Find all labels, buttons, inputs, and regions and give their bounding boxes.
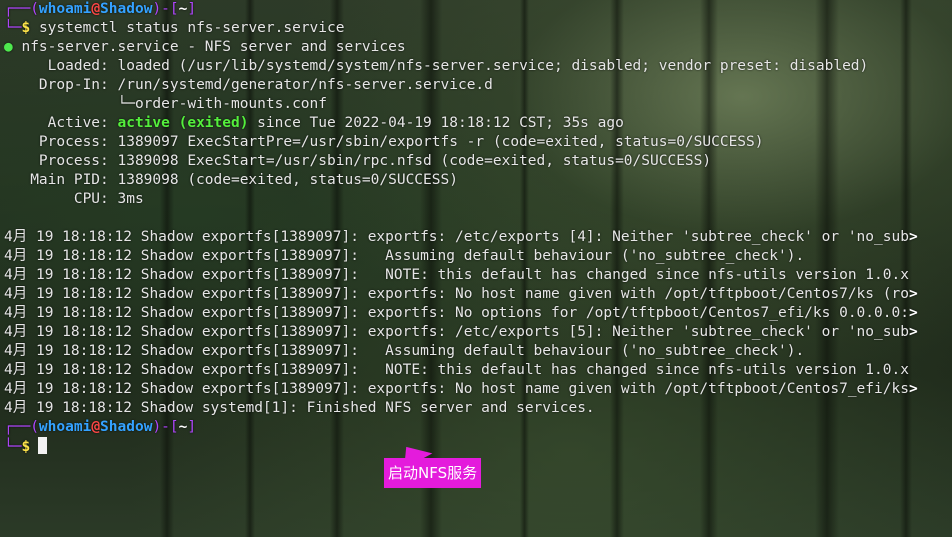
main-pid-line: Main PID: 1389098 (code=exited, status=0… — [4, 172, 458, 188]
journal-log: 4月 19 18:18:12 Shadow exportfs[1389097]:… — [4, 228, 952, 418]
text-cursor[interactable] — [38, 437, 48, 454]
truncation-marker: > — [908, 286, 918, 302]
active-line: Active: active (exited) since Tue 2022-0… — [4, 115, 624, 131]
log-line: 4月 19 18:18:12 Shadow exportfs[1389097]:… — [4, 324, 918, 340]
log-line: 4月 19 18:18:12 Shadow exportfs[1389097]:… — [4, 343, 805, 359]
process-line-2: Process: 1389098 ExecStart=/usr/sbin/rpc… — [4, 153, 712, 169]
truncation-marker: > — [908, 305, 918, 321]
loaded-line: Loaded: loaded (/usr/lib/systemd/system/… — [4, 58, 869, 74]
service-header: ● nfs-server.service - NFS server and se… — [4, 39, 406, 55]
log-line: 4月 19 18:18:12 Shadow systemd[1]: Finish… — [4, 400, 595, 416]
cpu-line: CPU: 3ms — [4, 191, 144, 207]
dropin-sub-line: └─order-with-mounts.conf — [4, 96, 328, 112]
dropin-line: Drop-In: /run/systemd/generator/nfs-serv… — [4, 77, 493, 93]
process-line-1: Process: 1389097 ExecStartPre=/usr/sbin/… — [4, 134, 764, 150]
truncation-marker: > — [908, 324, 918, 340]
log-line: 4月 19 18:18:12 Shadow exportfs[1389097]:… — [4, 229, 918, 245]
log-line: 4月 19 18:18:12 Shadow exportfs[1389097]:… — [4, 248, 805, 264]
truncation-marker: > — [908, 381, 918, 397]
truncation-marker: > — [908, 229, 918, 245]
log-line: 4月 19 18:18:12 Shadow exportfs[1389097]:… — [4, 286, 918, 302]
terminal-window[interactable]: ┌──(whoami@Shadow)-[~] └─$ systemctl sta… — [0, 0, 952, 537]
log-line: 4月 19 18:18:12 Shadow exportfs[1389097]:… — [4, 305, 918, 321]
log-line: 4月 19 18:18:12 Shadow exportfs[1389097]:… — [4, 267, 909, 283]
log-line: 4月 19 18:18:12 Shadow exportfs[1389097]:… — [4, 381, 918, 397]
log-line: 4月 19 18:18:12 Shadow exportfs[1389097]:… — [4, 362, 909, 378]
active-state: active (exited) — [117, 115, 249, 131]
command-text: systemctl status nfs-server.service — [38, 20, 345, 36]
prompt-line-2: ┌──(whoami@Shadow)-[~] — [4, 419, 197, 435]
input-line[interactable]: └─$ — [4, 437, 952, 456]
command-line: └─$ systemctl status nfs-server.service — [4, 20, 345, 36]
prompt-line: ┌──(whoami@Shadow)-[~] — [4, 1, 197, 17]
annotation-label: 启动NFS服务 — [384, 458, 482, 488]
